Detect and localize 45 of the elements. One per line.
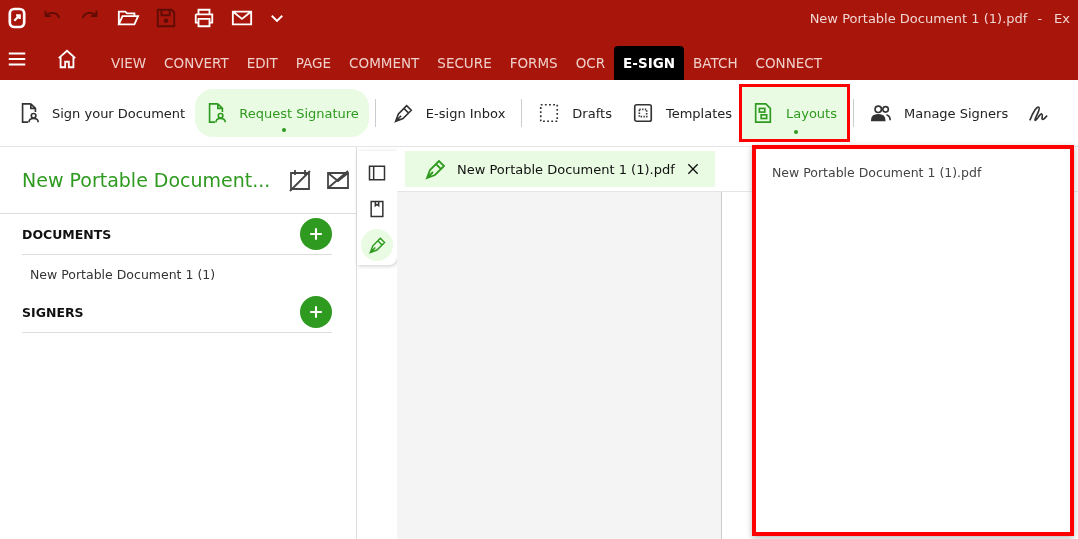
- app-name: Ex: [1054, 10, 1070, 26]
- menu-tab[interactable]: SECURE: [428, 46, 501, 80]
- print-icon[interactable]: [192, 7, 216, 29]
- menu-tab[interactable]: FORMS: [500, 46, 567, 80]
- envelope-off-icon[interactable]: [326, 168, 351, 192]
- pen-icon: [423, 157, 447, 181]
- document-tab[interactable]: New Portable Document 1 (1).pdf: [405, 151, 715, 187]
- document-item[interactable]: New Portable Document 1 (1): [0, 255, 356, 292]
- section-heading: SIGNERS: [22, 304, 84, 320]
- pen-nib-icon: [391, 102, 414, 124]
- calendar-off-icon[interactable]: [288, 168, 313, 192]
- menu-tab[interactable]: COMMENT: [340, 46, 429, 80]
- menu-tab[interactable]: BATCH: [684, 46, 747, 80]
- menu-tab[interactable]: CONNECT: [746, 46, 831, 80]
- home-icon[interactable]: [56, 48, 78, 70]
- ribbon-button[interactable]: Manage Signers: [859, 89, 1019, 137]
- layout-item[interactable]: New Portable Document 1 (1).pdf: [756, 149, 1070, 196]
- ribbon-button[interactable]: E-sign Inbox: [381, 89, 516, 137]
- document-title: New Portable Document...: [22, 169, 271, 191]
- ribbon-button[interactable]: Drafts: [528, 89, 622, 137]
- pen-tool-button[interactable]: [361, 229, 393, 261]
- add-button[interactable]: [300, 296, 332, 328]
- menu-tab[interactable]: EDIT: [237, 46, 287, 80]
- people-icon: [869, 102, 892, 124]
- layout-document-icon: [752, 102, 774, 124]
- menu-tab[interactable]: PAGE: [286, 46, 341, 80]
- menu-tab[interactable]: CONVERT: [155, 46, 238, 80]
- add-button[interactable]: [300, 218, 332, 250]
- pen-nib-icon: [367, 235, 387, 255]
- sidebar-panel-icon: [367, 163, 387, 183]
- app-logo-icon[interactable]: [8, 7, 26, 29]
- template-grid-icon: [631, 102, 654, 124]
- menu-tab[interactable]: OCR: [566, 46, 615, 80]
- bookmark-icon: [367, 199, 387, 219]
- ribbon-button[interactable]: Sign your Document: [8, 89, 196, 137]
- ribbon-button[interactable]: Templates: [621, 89, 742, 137]
- ribbon-button[interactable]: Layouts: [742, 87, 847, 139]
- ribbon-button[interactable]: Request Signature: [195, 89, 369, 137]
- document-tab-label: New Portable Document 1 (1).pdf: [457, 161, 675, 177]
- window-title: New Portable Document 1 (1).pdf: [809, 10, 1028, 26]
- menu-tab[interactable]: E-SIGN: [614, 46, 685, 80]
- dashed-square-icon: [538, 102, 561, 124]
- menu-tab[interactable]: VIEW: [102, 46, 156, 80]
- title-separator: -: [1037, 10, 1043, 26]
- section-heading: DOCUMENTS: [22, 226, 112, 242]
